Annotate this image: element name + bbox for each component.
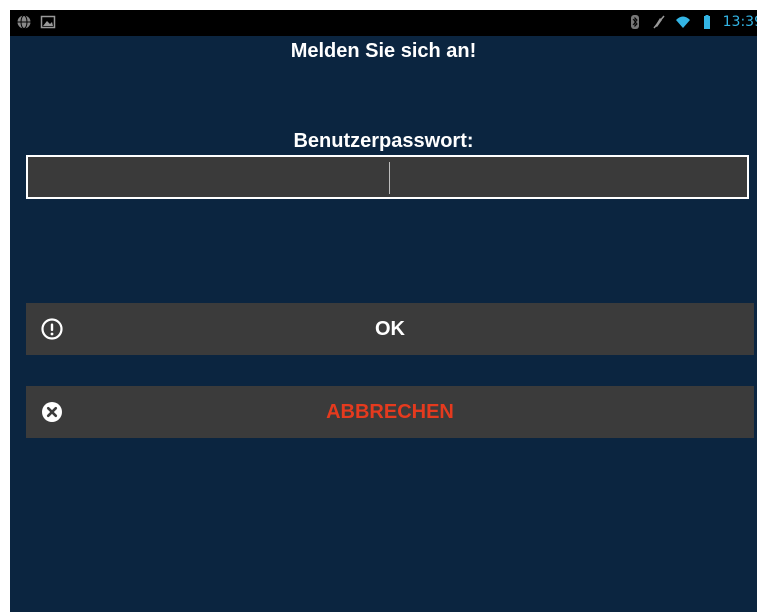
battery-icon — [699, 14, 715, 30]
status-bar-right: 13:39 — [627, 14, 757, 30]
clock-time: 13:39 — [722, 14, 757, 30]
globe-icon — [16, 14, 32, 30]
cancel-button-label: ABBRECHEN — [326, 400, 454, 423]
text-cursor — [389, 162, 390, 194]
ok-button[interactable]: OK — [26, 303, 754, 355]
mute-icon — [651, 14, 667, 30]
close-circle-icon — [40, 400, 64, 424]
status-bar-left — [16, 14, 56, 30]
password-field[interactable] — [26, 155, 749, 199]
exclamation-circle-icon — [40, 317, 64, 341]
password-label: Benutzerpasswort: — [293, 130, 474, 152]
wifi-icon — [675, 14, 691, 30]
ok-button-label: OK — [375, 317, 405, 340]
dialog-title: Melden Sie sich an! — [290, 40, 477, 62]
device-screen: 13:39 Melden Sie sich an! Benutzerpasswo… — [10, 10, 757, 612]
status-bar: 13:39 — [10, 10, 757, 36]
bluetooth-icon — [627, 14, 643, 30]
image-icon — [40, 14, 56, 30]
cancel-button[interactable]: ABBRECHEN — [26, 386, 754, 438]
